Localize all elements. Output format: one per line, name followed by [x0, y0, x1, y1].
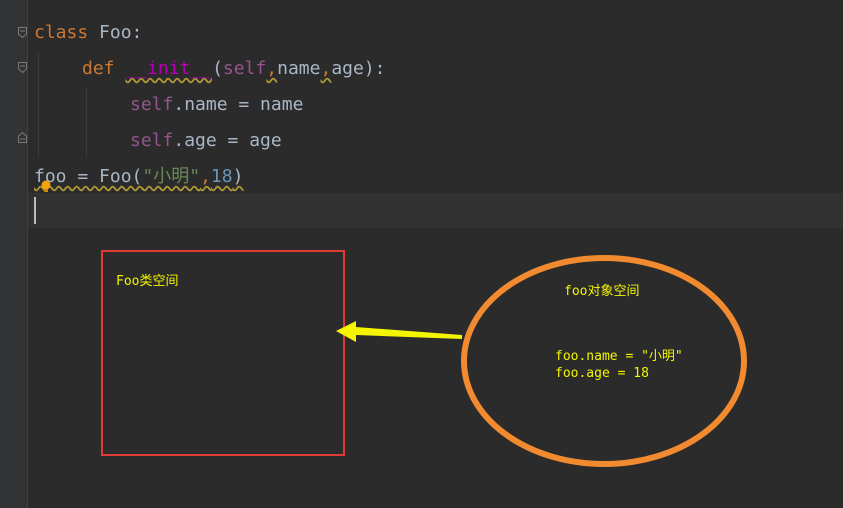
object-attr-name: foo.name = "小明": [555, 349, 683, 364]
object-attr-age: foo.age = 18: [555, 366, 649, 381]
reference-arrow: [336, 321, 462, 342]
diagram-overlay: [336, 255, 747, 467]
object-space-label: foo对象空间: [564, 284, 640, 299]
